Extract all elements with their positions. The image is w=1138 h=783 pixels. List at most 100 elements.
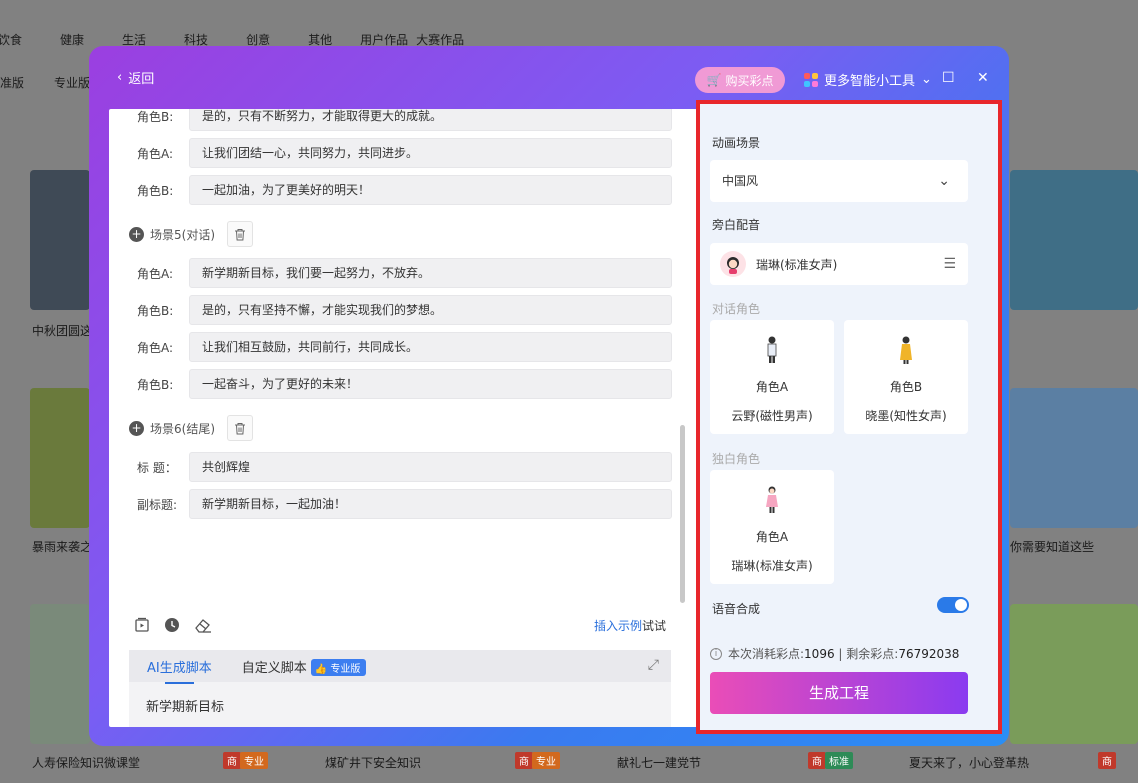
thumb-icon: 👍 (314, 663, 328, 675)
role-name: 角色B (889, 380, 923, 394)
dialog-text-field[interactable]: 新学期新目标，我们要一起努力，不放弃。 (189, 258, 672, 288)
bg-card[interactable] (30, 170, 90, 310)
tts-toggle[interactable] (937, 597, 969, 613)
subtitle-label: 副标题: (137, 497, 178, 512)
dialog-role-label: 角色B: (137, 377, 174, 392)
more-tools-dropdown[interactable]: 更多智能小工具 ⌄ (804, 70, 932, 89)
eraser-icon[interactable] (194, 617, 212, 633)
woman-figure-icon (844, 336, 968, 370)
buy-points-button[interactable]: 🛒 购买彩点 (695, 67, 785, 93)
title-field[interactable]: 共创辉煌 (189, 452, 672, 482)
monologue-card-a[interactable]: 角色A 瑞琳(标准女声) (710, 470, 834, 584)
bg-tag: 商 (1098, 752, 1116, 769)
scene-header: + 场景6(结尾) (129, 415, 253, 441)
try-label: 试试 (642, 619, 667, 633)
dialog-text-field[interactable]: 一起加油，为了更美好的明天！ (189, 175, 672, 205)
chevron-down-icon: ⌄ (938, 173, 950, 189)
dialog-text-field[interactable]: 是的，只有不断努力，才能取得更大的成就。 (189, 109, 672, 131)
role-voice: 晓墨(知性女声) (865, 409, 947, 423)
bg-card[interactable] (1010, 170, 1138, 310)
role-card-a[interactable]: 角色A 云野(磁性男声) (710, 320, 834, 434)
bg-tag: 商 (808, 752, 826, 769)
bg-sub-item[interactable]: 专业版 (54, 74, 90, 91)
role-voice: 瑞琳(标准女声) (731, 559, 813, 573)
bg-nav-item[interactable]: 饮食 (0, 22, 22, 58)
maximize-icon[interactable]: ☐ (942, 70, 955, 86)
buy-points-label: 购买彩点 (725, 73, 774, 88)
chevron-left-icon: ‹ (117, 70, 123, 85)
prompt-input[interactable]: 新学期新目标 (129, 682, 671, 727)
tab-custom-script[interactable]: 自定义脚本 👍 专业版 (242, 657, 367, 676)
cart-icon: 🛒 (706, 73, 722, 87)
dialog-text-field[interactable]: 让我们团结一心，共同努力，共同进步。 (189, 138, 672, 168)
role-card-b[interactable]: 角色B 晓墨(知性女声) (844, 320, 968, 434)
bg-caption: 献礼七一建党节 (617, 756, 702, 770)
bg-card[interactable] (1010, 388, 1138, 528)
bg-nav-item[interactable]: 健康 (60, 22, 84, 58)
pro-badge: 👍 专业版 (310, 658, 367, 676)
cost-info: i 本次消耗彩点:1096 | 剩余彩点:76792038 (710, 645, 959, 662)
apps-icon (804, 72, 818, 87)
history-icon[interactable] (164, 617, 180, 633)
cost-value: 1096 (804, 647, 835, 661)
cost-text: 本次消耗彩点:1096 | 剩余彩点:76792038 (728, 645, 959, 662)
chevron-down-icon: ⌄ (921, 72, 932, 87)
bg-card[interactable] (1010, 604, 1138, 744)
tab-ai-script[interactable]: AI生成脚本 (147, 657, 212, 684)
add-scene-icon[interactable]: + (129, 420, 144, 436)
dialog-text-field[interactable]: 一起奋斗，为了更好的未来！ (189, 369, 672, 399)
trash-icon (235, 422, 245, 434)
insert-example-link[interactable]: 插入示例 (594, 619, 642, 633)
dialog-role-label: 角色B: (137, 303, 174, 318)
video-icon[interactable] (134, 617, 150, 633)
anim-scene-label: 动画场景 (712, 136, 761, 150)
sliders-icon[interactable]: ☰ (943, 256, 956, 272)
dialog-row: 角色B: 是的，只有不断努力，才能取得更大的成就。 (137, 109, 672, 131)
dialog-role-label: 角色A: (137, 266, 174, 281)
more-tools-label: 更多智能小工具 (824, 74, 916, 89)
dialog-text-field[interactable]: 是的，只有坚持不懈，才能实现我们的梦想。 (189, 295, 672, 325)
bg-sub-item[interactable]: 准版 (0, 74, 24, 91)
anim-scene-select[interactable]: 中国风 ⌄ (710, 160, 968, 202)
back-button[interactable]: ‹ 返回 (117, 68, 154, 87)
bg-card[interactable] (30, 604, 90, 744)
dialog-roles-label: 对话角色 (712, 302, 761, 316)
add-scene-icon[interactable]: + (129, 226, 144, 242)
dialog-row: 角色A: 新学期新目标，我们要一起努力，不放弃。 (137, 258, 672, 288)
delete-scene-button[interactable] (227, 221, 253, 247)
info-icon: i (710, 647, 722, 660)
tts-label: 语音合成 (712, 602, 761, 616)
narration-voice-select[interactable]: 瑞琳(标准女声) ☰ (710, 243, 968, 285)
script-editor: 角色B: 是的，只有不断努力，才能取得更大的成就。 角色A: 让我们团结一心，共… (109, 109, 696, 727)
anim-scene-value: 中国风 (722, 174, 759, 188)
bg-tag: 标准 (825, 752, 853, 769)
trash-icon (235, 228, 245, 240)
subtitle-row: 副标题: 新学期新目标，一起加油！ (137, 489, 672, 519)
expand-icon[interactable]: ⤢ (648, 657, 659, 673)
dialog-role-label: 角色B: (137, 109, 174, 124)
delete-scene-button[interactable] (227, 415, 253, 441)
ai-script-panel: AI生成脚本 自定义脚本 👍 专业版 ⤢ 新学期新目标 (129, 650, 671, 727)
bg-caption: 你需要知道这些 (1010, 540, 1095, 554)
script-generator-modal: ‹ 返回 🛒 购买彩点 更多智能小工具 ⌄ ☐ ✕ 角色B: 是的，只有不断努力… (89, 46, 1009, 746)
generate-project-button[interactable]: 生成工程 (710, 672, 968, 714)
dialog-row: 角色B: 是的，只有坚持不懈，才能实现我们的梦想。 (137, 295, 672, 325)
editor-toolbar (134, 617, 212, 633)
bg-caption: 人寿保险知识微课堂 (32, 756, 141, 770)
close-icon[interactable]: ✕ (977, 70, 989, 86)
remain-value: 76792038 (898, 647, 960, 661)
girl-figure-icon (710, 486, 834, 520)
dialog-row: 角色B: 一起奋斗，为了更好的未来！ (137, 369, 672, 399)
dialog-row: 角色A: 让我们相互鼓励，共同前行，共同成长。 (137, 332, 672, 362)
bg-caption: 暴雨来袭之 (32, 540, 93, 554)
scrollbar[interactable] (680, 425, 685, 603)
subtitle-field[interactable]: 新学期新目标，一起加油！ (189, 489, 672, 519)
dialog-row: 角色B: 一起加油，为了更美好的明天！ (137, 175, 672, 205)
monologue-label: 独白角色 (712, 452, 761, 466)
title-row: 标 题： 共创辉煌 (137, 452, 672, 482)
bg-tag: 商 (515, 752, 533, 769)
narration-voice-name: 瑞琳(标准女声) (756, 257, 838, 272)
bg-card[interactable] (30, 388, 90, 528)
dialog-text-field[interactable]: 让我们相互鼓励，共同前行，共同成长。 (189, 332, 672, 362)
background-subnav: 准版 专业版 (0, 74, 90, 91)
